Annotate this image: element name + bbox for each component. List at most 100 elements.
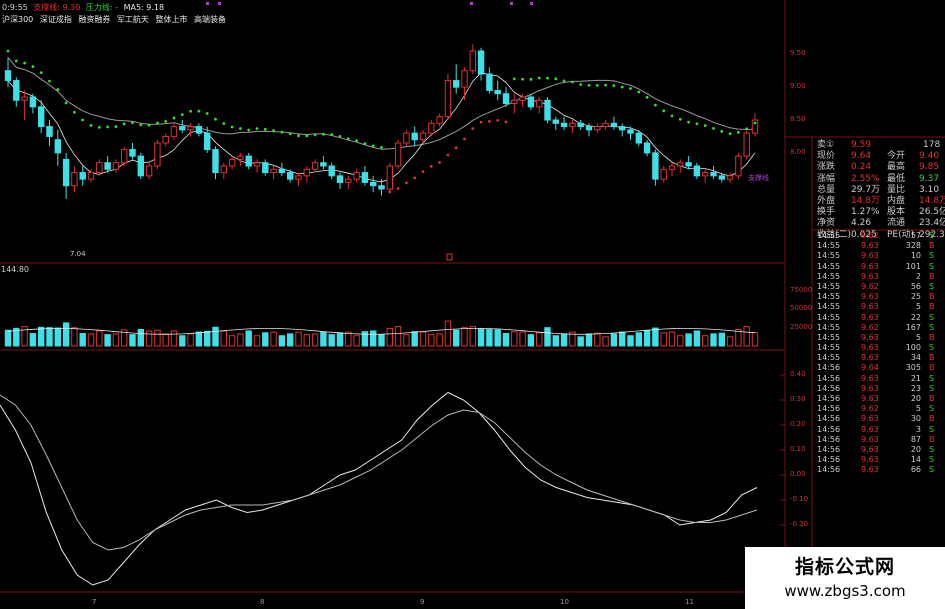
- tick-cell: S: [929, 383, 935, 393]
- quote-cell: 涨幅: [817, 173, 836, 184]
- sector-tag[interactable]: 深证成指: [40, 15, 72, 24]
- pressure-dot: [695, 122, 699, 126]
- volume-max-label: 144.80: [1, 265, 29, 274]
- support-dot: [396, 187, 400, 190]
- time-label: 0:9:55: [2, 3, 28, 12]
- tick-cell: B: [929, 241, 935, 251]
- candle-body: [154, 142, 161, 167]
- tick-cell: S: [929, 312, 935, 322]
- price-axis-tick: 8.00: [790, 147, 806, 156]
- pressure-dot: [81, 118, 85, 122]
- candle-body: [262, 162, 269, 174]
- date-tick: 7: [92, 598, 97, 606]
- candle-body: [278, 168, 286, 174]
- tick-cell: 14:55: [817, 261, 841, 271]
- quote-row: 涨幅 2.55% 最低 9.37: [815, 174, 945, 185]
- tick-row: 14:55 9.63 25 B: [817, 292, 945, 302]
- oscillator-axis-tick: 0.00: [790, 470, 806, 478]
- tick-row: 14:55 9.63 328 B: [817, 241, 945, 251]
- candle-body: [652, 152, 659, 180]
- tick-cell: 3: [915, 424, 921, 434]
- ask-volume: 178: [923, 140, 941, 150]
- tick-cell: 25: [910, 292, 921, 302]
- tick-row: 14:55 9.63 100 S: [817, 343, 945, 353]
- candle-body: [228, 158, 236, 167]
- candle-body: [743, 132, 750, 157]
- candle-body: [38, 106, 45, 128]
- pressure-dot: [620, 85, 624, 89]
- pressure-dot: [313, 133, 317, 137]
- indicator-legend: 0:9:55 支撑线: 9.30 压力线: - MA5: 9.18: [2, 2, 167, 13]
- candle-body: [494, 89, 501, 95]
- tick-cell: B: [929, 414, 935, 424]
- watermark-url: www.zbgs3.com: [784, 582, 906, 600]
- volume-bar: [386, 327, 393, 347]
- candle-body: [486, 73, 493, 91]
- candle-body: [13, 80, 20, 101]
- volume-bar: [336, 332, 344, 347]
- event-marker: [446, 253, 453, 261]
- sector-tag[interactable]: 沪深300: [2, 15, 33, 24]
- pressure-dot: [338, 134, 342, 138]
- sector-tag[interactable]: 军工航天: [117, 15, 149, 24]
- sector-tag[interactable]: 整体上市: [155, 15, 187, 24]
- quote-cell: 26.5亿: [919, 207, 945, 218]
- pressure-dot: [346, 137, 350, 141]
- support-dot: [413, 176, 417, 180]
- candle-body: [328, 165, 335, 177]
- pressure-dot: [14, 59, 18, 63]
- pressure-dot: [512, 77, 516, 81]
- candle-body: [735, 155, 742, 177]
- pressure-dot: [529, 77, 533, 81]
- pressure-dot: [147, 123, 151, 127]
- volume-bar: [170, 330, 178, 347]
- candle-body: [685, 162, 692, 167]
- volume-bar: [610, 333, 618, 347]
- support-dot: [405, 181, 408, 185]
- volume-bar: [54, 327, 61, 347]
- candle-body: [253, 162, 261, 167]
- volume-bar: [4, 329, 12, 347]
- sector-tag[interactable]: 高端装备: [194, 15, 226, 24]
- tick-row: 14:55 9.63 22 S: [817, 313, 945, 323]
- volume-bar: [112, 333, 120, 347]
- volume-bar: [145, 330, 153, 347]
- tick-cell: B: [929, 302, 935, 312]
- candle-body: [195, 126, 203, 134]
- volume-bar: [38, 326, 45, 347]
- quote-cell: 3.10: [919, 184, 940, 195]
- pressure-dot: [579, 83, 583, 86]
- price-axis-tick: 8.50: [790, 115, 806, 123]
- volume-bar: [345, 331, 352, 347]
- sector-tag[interactable]: 融资融券: [78, 15, 110, 24]
- candle-body: [212, 149, 219, 174]
- candle-body: [370, 181, 377, 187]
- candle-body: [46, 126, 53, 137]
- support-dot: [463, 137, 466, 141]
- pressure-dot: [164, 120, 168, 123]
- pressure-dot: [239, 127, 242, 130]
- candle-body: [311, 162, 319, 170]
- candle-body: [187, 126, 194, 131]
- candle-body: [112, 162, 120, 170]
- candle-body: [403, 132, 410, 144]
- tick-cell: 20: [910, 444, 921, 454]
- quote-cell: 流通: [887, 218, 906, 229]
- tick-cell: 57: [910, 231, 921, 240]
- candle-body: [145, 165, 153, 177]
- pressure-dot: [330, 133, 334, 137]
- pressure-dot: [97, 126, 101, 129]
- oscillator-line: [0, 391, 758, 586]
- event-marker: [206, 2, 209, 5]
- date-tick: 10: [560, 598, 569, 606]
- pressure-dot: [587, 83, 591, 87]
- pressure-dot: [180, 113, 184, 117]
- volume-bar: [295, 331, 302, 347]
- tick-cell: 30: [910, 414, 921, 424]
- support-dot: [479, 120, 483, 124]
- quote-cell: 今开: [887, 151, 906, 162]
- tick-row: 14:56 9.62 5 S: [817, 404, 945, 414]
- quote-cell: 换手: [817, 207, 836, 218]
- tick-list[interactable]: 14:55 9.62 57 S 14:55 9.63 328 B 14:55 9.63 10 S 14:…: [817, 231, 945, 476]
- quote-cell: 现价: [817, 151, 836, 162]
